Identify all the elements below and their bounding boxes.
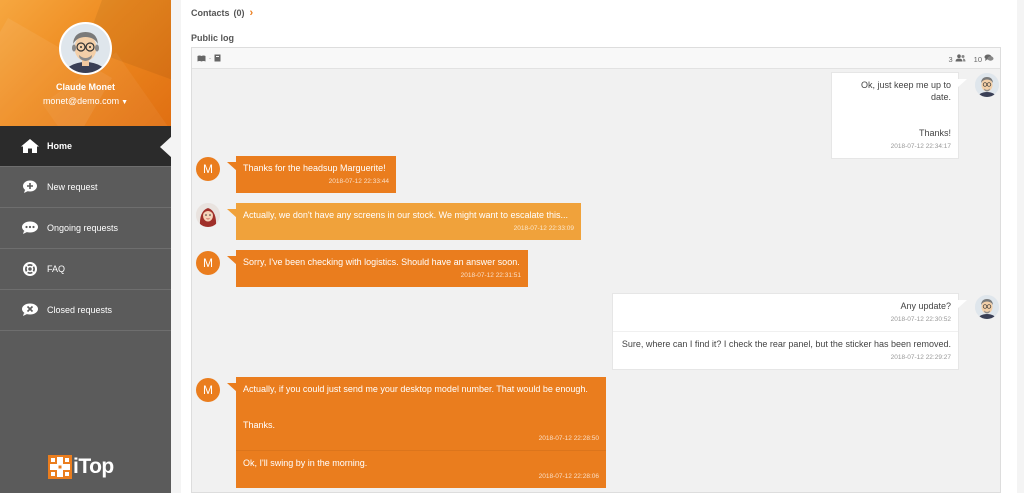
- comments-icon: [984, 54, 994, 64]
- message-line-blank: [243, 395, 599, 407]
- message-line-blank: [839, 103, 951, 115]
- log-entry-right: Ok, just keep me up to date. Thanks! 201…: [831, 72, 967, 159]
- avatar-letter: M: [196, 157, 220, 181]
- message-line: Actually, if you could just send me your…: [243, 384, 588, 394]
- messages-counter: 10: [974, 54, 994, 64]
- contacts-section-toggle[interactable]: Contacts (0) ›: [191, 7, 253, 19]
- closed-requests-icon: [18, 302, 42, 318]
- user-name: Claude Monet: [55, 82, 115, 92]
- message-timestamp: 2018-07-12 22:31:51: [460, 272, 521, 279]
- nav-item-closed-requests[interactable]: Closed requests: [0, 290, 171, 331]
- nav-item-new-request[interactable]: New request: [0, 167, 171, 208]
- user-menu-toggle[interactable]: monet@demo.com ▼: [0, 96, 171, 106]
- avatar-monet: [975, 73, 999, 97]
- itop-logo-icon: [48, 455, 72, 479]
- avatar-monet: [975, 295, 999, 319]
- message-timestamp: 2018-07-12 22:28:50: [538, 435, 599, 442]
- message-part: Actually, we don't have any screens in o…: [236, 203, 581, 240]
- request-card: Contacts (0) › Public log - 3 10 Ok, jus…: [181, 0, 1017, 493]
- message-line: Actually, we don't have any screens in o…: [243, 210, 569, 220]
- participants-counter: 3: [948, 54, 966, 64]
- nav-label-ongoing-requests: Ongoing requests: [47, 223, 119, 233]
- message-part: Sure, where can I find it? I check the r…: [613, 331, 958, 369]
- users-icon: [955, 54, 966, 64]
- messages-count: 10: [973, 54, 982, 64]
- itop-logo: iTop: [48, 454, 114, 480]
- public-log-thread[interactable]: - 3 10 Ok, just keep me up to date. Than…: [191, 47, 1001, 493]
- home-icon: [18, 138, 42, 154]
- main-content: Contacts (0) › Public log - 3 10 Ok, jus…: [171, 0, 1024, 493]
- message-timestamp: 2018-07-12 22:33:09: [513, 225, 574, 232]
- message-line: Ok, I'll swing by in the morning.: [243, 458, 368, 468]
- contacts-label: Contacts: [191, 8, 230, 18]
- message-timestamp: 2018-07-12 22:29:27: [890, 354, 951, 361]
- message-line: Thanks.: [243, 420, 276, 430]
- message-part: Ok, I'll swing by in the morning. 2018-0…: [236, 450, 606, 488]
- nav-label-new-request: New request: [47, 182, 98, 192]
- log-entry-left: Sorry, I've been checking with logistics…: [227, 250, 528, 287]
- message-part: Sorry, I've been checking with logistics…: [236, 250, 528, 287]
- nav-item-faq[interactable]: FAQ: [0, 249, 171, 290]
- avatar-marguerite: [196, 203, 220, 227]
- avatar-letter: M: [196, 378, 220, 402]
- avatar-letter: M: [196, 251, 220, 275]
- user-avatar[interactable]: [59, 22, 112, 75]
- lifebuoy-icon: [18, 261, 42, 277]
- new-request-icon: [18, 179, 42, 195]
- message-timestamp: 2018-07-12 22:34:17: [890, 143, 951, 150]
- chevron-right-icon: ›: [249, 7, 254, 19]
- message-line: Sure, where can I find it? I check the r…: [621, 339, 951, 349]
- log-entry-right: Any update? 2018-07-12 22:30:52 Sure, wh…: [612, 293, 967, 370]
- caret-down-icon: ▼: [121, 99, 129, 106]
- message-timestamp: 2018-07-12 22:33:44: [328, 178, 389, 185]
- log-toolbar: - 3 10: [192, 48, 1000, 69]
- participants-count: 3: [948, 54, 953, 64]
- itop-logo-text: iTop: [73, 455, 114, 478]
- log-entry-left: Actually, if you could just send me your…: [227, 377, 606, 488]
- nav-item-home[interactable]: Home: [0, 126, 172, 167]
- nav-label-home: Home: [47, 141, 73, 151]
- nav-label-faq: FAQ: [47, 264, 66, 274]
- message-part: Ok, just keep me up to date. Thanks! 201…: [832, 73, 958, 158]
- message-timestamp: 2018-07-12 22:30:52: [890, 316, 951, 323]
- nav-label-closed-requests: Closed requests: [47, 305, 113, 315]
- ongoing-requests-icon: [18, 220, 42, 236]
- user-panel: Claude Monet monet@demo.com ▼: [0, 0, 171, 126]
- message-line: Thanks for the headsup Marguerite!: [243, 163, 386, 173]
- message-timestamp: 2018-07-12 22:28:06: [538, 473, 599, 480]
- log-entry-left: Actually, we don't have any screens in o…: [227, 203, 581, 240]
- message-line: Sorry, I've been checking with logistics…: [243, 257, 520, 267]
- user-email: monet@demo.com: [42, 96, 120, 106]
- message-part: Any update? 2018-07-12 22:30:52: [613, 294, 958, 331]
- contacts-count: (0): [233, 8, 245, 18]
- notebook-icon[interactable]: [214, 54, 221, 64]
- book-icon[interactable]: [197, 54, 206, 64]
- message-line: Any update?: [900, 301, 951, 311]
- message-part: Thanks for the headsup Marguerite! 2018-…: [236, 156, 396, 193]
- nav-item-ongoing-requests[interactable]: Ongoing requests: [0, 208, 171, 249]
- log-entry-left: Thanks for the headsup Marguerite! 2018-…: [227, 156, 396, 193]
- message-line: Ok, just keep me up to date.: [860, 80, 951, 102]
- message-line: Thanks!: [918, 128, 951, 138]
- sidebar: Claude Monet monet@demo.com ▼ Home New re…: [0, 0, 172, 493]
- public-log-title: Public log: [191, 33, 235, 43]
- message-part: Actually, if you could just send me your…: [236, 377, 606, 450]
